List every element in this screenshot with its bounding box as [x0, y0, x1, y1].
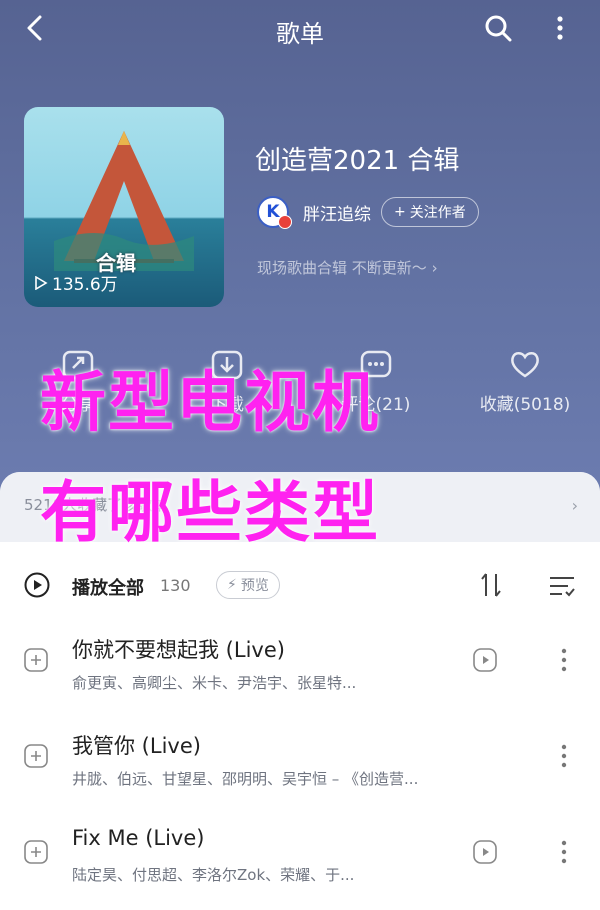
multi-select-icon[interactable]	[548, 574, 576, 598]
sort-icon[interactable]	[478, 570, 504, 600]
author-avatar[interactable]: K	[257, 196, 292, 229]
video-icon[interactable]	[473, 840, 497, 864]
song-more-icon[interactable]	[554, 646, 574, 674]
follow-author-button[interactable]: + 关注作者	[381, 197, 479, 227]
add-icon[interactable]	[24, 744, 48, 768]
play-all-button[interactable]: 播放全部	[72, 574, 144, 600]
overlay-headline-line2: 有哪些类型	[40, 474, 380, 551]
favorite-button[interactable]: 收藏(5018)	[465, 346, 585, 415]
album-cover[interactable]: 合辑 135.6万	[24, 107, 224, 307]
song-more-icon[interactable]	[554, 838, 574, 866]
album-title: 创造营2021 合辑	[255, 146, 460, 176]
play-all-icon[interactable]	[24, 572, 50, 598]
favorite-label: 收藏(5018)	[479, 395, 571, 415]
plus-icon: +	[394, 204, 406, 220]
song-artists: 俞更寅、高卿尘、米卡、尹浩宇、张星特...	[72, 674, 357, 692]
preview-label: 预览	[240, 578, 269, 594]
follow-label: 关注作者	[409, 205, 466, 221]
top-bar: 歌单	[0, 0, 600, 56]
album-description[interactable]: 现场歌曲合辑 不断更新～ ›	[257, 257, 438, 278]
song-row[interactable]: Fix Me (Live) 陆定昊、付思超、李洛尔Zok、荣耀、于...	[0, 804, 600, 900]
more-vertical-icon[interactable]	[548, 12, 572, 44]
song-row[interactable]: 你就不要想起我 (Live) 俞更寅、高卿尘、米卡、尹浩宇、张星特...	[0, 612, 600, 708]
chevron-right-icon: ›	[571, 496, 578, 515]
song-title: Fix Me (Live)	[72, 826, 205, 850]
video-icon[interactable]	[473, 648, 497, 672]
add-icon[interactable]	[24, 648, 48, 672]
play-count: 135.6万	[34, 270, 118, 295]
song-more-icon[interactable]	[554, 742, 574, 770]
author-row: K 胖汪追综 + 关注作者	[257, 194, 479, 230]
song-artists: 陆定昊、付思超、李洛尔Zok、荣耀、于...	[72, 866, 355, 884]
song-artists: 井胧、伯远、甘望星、邵明明、吴宇恒 – 《创造营...	[72, 770, 419, 788]
play-icon	[35, 275, 48, 290]
overlay-headline-line1: 新型电视机	[40, 364, 380, 441]
song-title: 你就不要想起我 (Live)	[72, 638, 285, 662]
favorite-icon	[511, 352, 539, 378]
song-row[interactable]: 我管你 (Live) 井胧、伯远、甘望星、邵明明、吴宇恒 – 《创造营...	[0, 708, 600, 804]
play-all-row: 播放全部 130 ⚡ 预览	[0, 564, 600, 608]
preview-button[interactable]: ⚡ 预览	[216, 571, 280, 599]
chevron-right-icon: ›	[431, 259, 438, 277]
search-icon[interactable]	[482, 12, 514, 44]
play-count-value: 135.6万	[52, 275, 118, 295]
add-icon[interactable]	[24, 840, 48, 864]
author-name[interactable]: 胖汪追综	[303, 200, 371, 225]
song-title: 我管你 (Live)	[72, 734, 201, 758]
verified-badge-icon	[278, 215, 292, 229]
description-text: 现场歌曲合辑 不断更新～	[257, 259, 427, 277]
song-count: 130	[160, 576, 191, 595]
lightning-icon: ⚡	[227, 577, 237, 593]
